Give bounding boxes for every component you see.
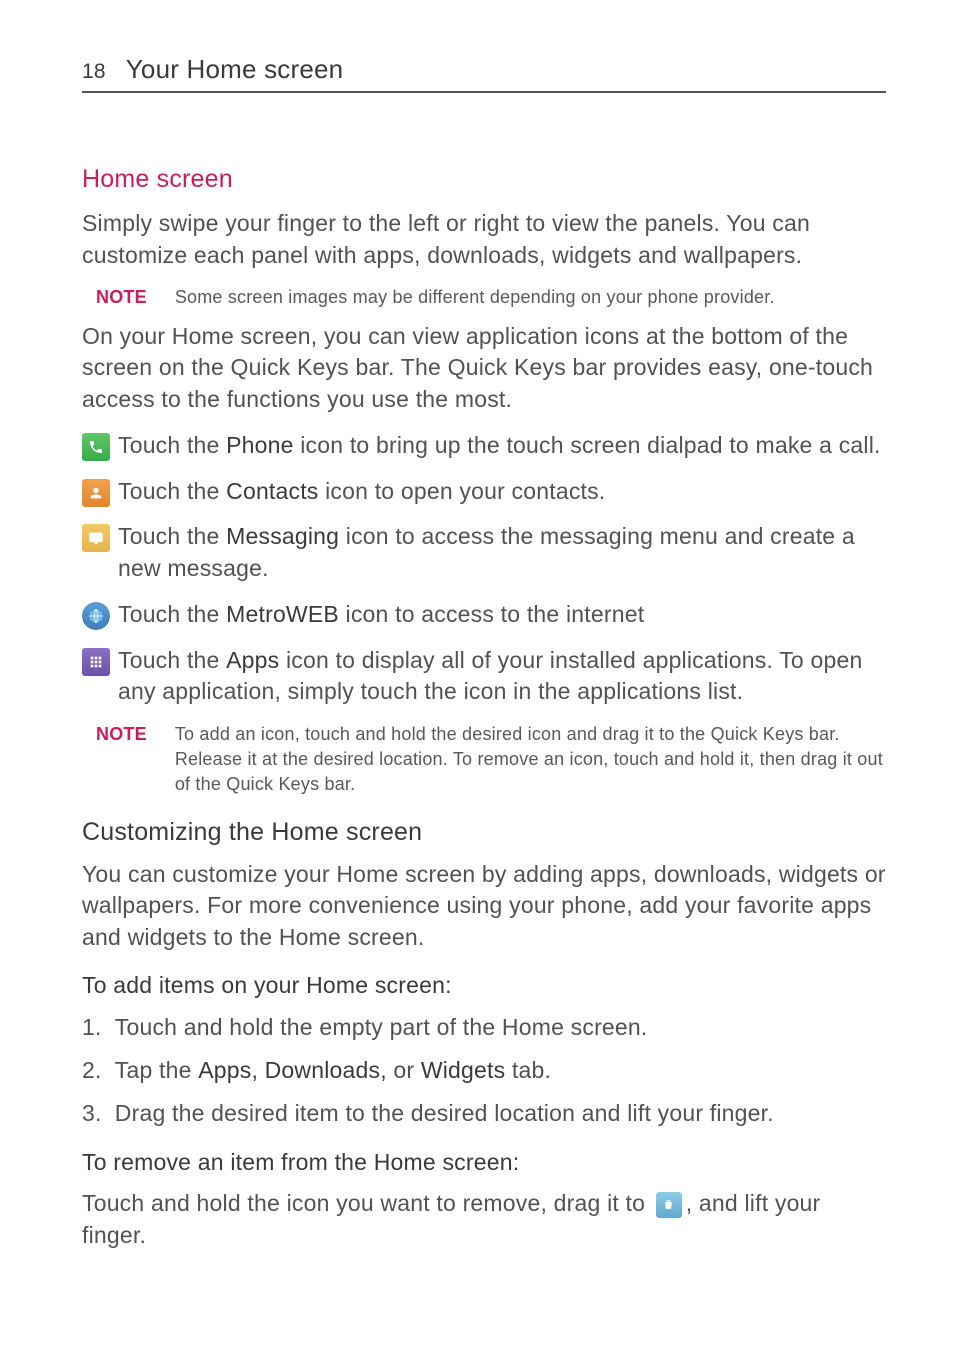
quickkey-item-messaging: Touch the Messaging icon to access the m…: [82, 521, 886, 584]
header-title: Your Home screen: [126, 54, 344, 85]
note-label: NOTE: [96, 285, 147, 308]
metroweb-icon: [82, 602, 110, 630]
note-label: NOTE: [96, 722, 147, 745]
trash-icon: [656, 1192, 682, 1218]
subheading-remove-item: To remove an item from the Home screen:: [82, 1149, 886, 1176]
page-number: 18: [82, 60, 106, 84]
quickkey-text: Touch the Apps icon to display all of yo…: [118, 645, 886, 708]
quickkey-text: Touch the MetroWEB icon to access to the…: [118, 599, 644, 631]
remove-paragraph: Touch and hold the icon you want to remo…: [82, 1188, 886, 1251]
note-text: To add an icon, touch and hold the desir…: [175, 722, 886, 798]
note-row-1: NOTE Some screen images may be different…: [96, 285, 886, 310]
quickkey-text: Touch the Contacts icon to open your con…: [118, 476, 605, 508]
customizing-intro: You can customize your Home screen by ad…: [82, 859, 886, 954]
phone-icon: [82, 433, 110, 461]
apps-icon: [82, 648, 110, 676]
quickkey-text: Touch the Messaging icon to access the m…: [118, 521, 886, 584]
quickkey-item-metroweb: Touch the MetroWEB icon to access to the…: [82, 599, 886, 631]
quickkey-item-apps: Touch the Apps icon to display all of yo…: [82, 645, 886, 708]
intro-paragraph: Simply swipe your finger to the left or …: [82, 208, 886, 271]
quickkeys-paragraph: On your Home screen, you can view applic…: [82, 321, 886, 416]
messaging-icon: [82, 524, 110, 552]
subheading-add-items: To add items on your Home screen:: [82, 972, 886, 999]
page-header: 18 Your Home screen: [82, 54, 886, 93]
section-heading-home-screen: Home screen: [82, 165, 886, 194]
list-item: 1. Touch and hold the empty part of the …: [82, 1011, 886, 1044]
quickkey-item-contacts: Touch the Contacts icon to open your con…: [82, 476, 886, 508]
note-row-2: NOTE To add an icon, touch and hold the …: [96, 722, 886, 798]
list-item: 3. Drag the desired item to the desired …: [82, 1097, 886, 1130]
quickkey-text: Touch the Phone icon to bring up the tou…: [118, 430, 881, 462]
contacts-icon: [82, 479, 110, 507]
quickkey-item-phone: Touch the Phone icon to bring up the tou…: [82, 430, 886, 462]
section-heading-customizing: Customizing the Home screen: [82, 818, 886, 847]
note-text: Some screen images may be different depe…: [175, 285, 775, 310]
list-item: 2. Tap the Apps, Downloads, or Widgets t…: [82, 1054, 886, 1087]
